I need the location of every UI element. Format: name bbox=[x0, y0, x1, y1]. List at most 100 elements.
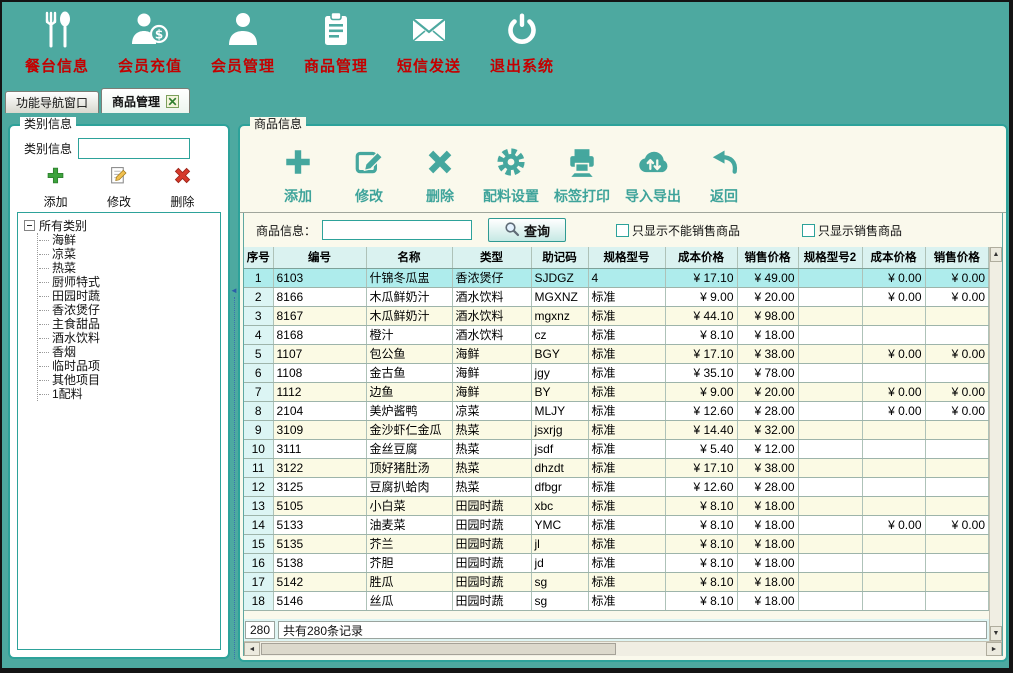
tree-item[interactable]: 凉菜 bbox=[52, 247, 218, 261]
cell: ¥ 38.00 bbox=[737, 458, 798, 477]
table-row[interactable]: 51107包公鱼海鲜BGY标准¥ 17.10¥ 38.00¥ 0.00¥ 0.0… bbox=[244, 344, 989, 363]
tree-item[interactable]: 厨师特式 bbox=[52, 275, 218, 289]
table-row[interactable]: 165138芥胆田园时蔬jd标准¥ 8.10¥ 18.00 bbox=[244, 553, 989, 572]
tree-root[interactable]: 所有类别 bbox=[24, 218, 218, 232]
scroll-up-icon[interactable]: ▲ bbox=[990, 247, 1002, 262]
cell bbox=[798, 591, 862, 610]
tree-item[interactable]: 临时品项 bbox=[52, 359, 218, 373]
column-header[interactable]: 成本价格 bbox=[665, 247, 737, 268]
table-row[interactable]: 155135芥兰田园时蔬jl标准¥ 8.10¥ 18.00 bbox=[244, 534, 989, 553]
category-input[interactable] bbox=[78, 138, 190, 159]
tab-nav-window[interactable]: 功能导航窗口 bbox=[5, 91, 99, 113]
column-header[interactable]: 类型 bbox=[452, 247, 531, 268]
return-button[interactable]: 返回 bbox=[696, 146, 752, 206]
table-row[interactable]: 28166木瓜鲜奶汁酒水饮料MGXNZ标准¥ 9.00¥ 20.00¥ 0.00… bbox=[244, 287, 989, 306]
cell: ¥ 20.00 bbox=[737, 382, 798, 401]
cell: 丝瓜 bbox=[366, 591, 452, 610]
table-row[interactable]: 82104美炉酱鸭凉菜MLJY标准¥ 12.60¥ 28.00¥ 0.00¥ 0… bbox=[244, 401, 989, 420]
cell: ¥ 28.00 bbox=[737, 401, 798, 420]
tree-item[interactable]: 香浓煲仔 bbox=[52, 303, 218, 317]
table-row[interactable]: 123125豆腐扒蛤肉热菜dfbgr标准¥ 12.60¥ 28.00 bbox=[244, 477, 989, 496]
tree-item[interactable]: 香烟 bbox=[52, 345, 218, 359]
cell bbox=[798, 553, 862, 572]
product-add-button[interactable]: 添加 bbox=[270, 146, 326, 206]
splitter-collapse-icon[interactable]: ◄ bbox=[230, 287, 238, 295]
tab-close-icon[interactable] bbox=[166, 95, 179, 108]
category-delete-button[interactable]: 删除 bbox=[170, 166, 194, 210]
column-header[interactable]: 助记码 bbox=[531, 247, 588, 268]
checkbox-unsellable[interactable] bbox=[616, 224, 629, 237]
tree-item[interactable]: 1配料 bbox=[52, 387, 218, 401]
tree-item[interactable]: 田园时蔬 bbox=[52, 289, 218, 303]
nav-product-mgmt[interactable]: 商品管理 bbox=[293, 7, 379, 76]
filter-sellable[interactable]: 只显示销售商品 bbox=[802, 222, 902, 239]
category-edit-button[interactable]: 修改 bbox=[107, 166, 131, 210]
checkbox-sellable[interactable] bbox=[802, 224, 815, 237]
cell: jsxrjg bbox=[531, 420, 588, 439]
cell: MLJY bbox=[531, 401, 588, 420]
cell: 包公鱼 bbox=[366, 344, 452, 363]
horizontal-scrollbar[interactable]: ◄ ► bbox=[244, 641, 1002, 656]
vertical-scrollbar[interactable]: ▲ ▼ bbox=[989, 247, 1002, 641]
category-add-button[interactable]: 添加 bbox=[44, 166, 68, 210]
column-header[interactable]: 成本价格 bbox=[862, 247, 925, 268]
column-header[interactable]: 编号 bbox=[273, 247, 366, 268]
nav-sms[interactable]: 短信发送 bbox=[386, 7, 472, 76]
column-header[interactable]: 名称 bbox=[366, 247, 452, 268]
table-row[interactable]: 175142胜瓜田园时蔬sg标准¥ 8.10¥ 18.00 bbox=[244, 572, 989, 591]
table-row[interactable]: 103111金丝豆腐热菜jsdf标准¥ 5.40¥ 12.00 bbox=[244, 439, 989, 458]
collapse-minus-icon[interactable] bbox=[24, 220, 35, 231]
column-header[interactable]: 销售价格 bbox=[737, 247, 798, 268]
column-header[interactable]: 序号 bbox=[244, 247, 273, 268]
tab-bar: 功能导航窗口 商品管理 bbox=[2, 86, 1009, 113]
button-label: 删除 bbox=[426, 186, 454, 206]
column-header[interactable]: 规格型号 bbox=[588, 247, 665, 268]
query-button[interactable]: 查询 bbox=[488, 218, 566, 242]
cell bbox=[798, 344, 862, 363]
tree-item[interactable]: 其他项目 bbox=[52, 373, 218, 387]
tree-item[interactable]: 海鲜 bbox=[52, 233, 218, 247]
ingredient-settings-button[interactable]: 配料设置 bbox=[483, 146, 539, 206]
tab-product-mgmt[interactable]: 商品管理 bbox=[101, 88, 190, 113]
product-edit-button[interactable]: 修改 bbox=[341, 146, 397, 206]
product-search-input[interactable] bbox=[322, 220, 472, 240]
cell: YMC bbox=[531, 515, 588, 534]
table-row[interactable]: 61108金古鱼海鲜jgy标准¥ 35.10¥ 78.00 bbox=[244, 363, 989, 382]
column-header[interactable]: 销售价格 bbox=[925, 247, 989, 268]
table-row[interactable]: 16103什锦冬瓜盅香浓煲仔SJDGZ4¥ 17.10¥ 49.00¥ 0.00… bbox=[244, 268, 989, 287]
table-row[interactable]: 38167木瓜鲜奶汁酒水饮料mgxnz标准¥ 44.10¥ 98.00 bbox=[244, 306, 989, 325]
import-export-button[interactable]: 导入导出 bbox=[625, 146, 681, 206]
tree-item[interactable]: 酒水饮料 bbox=[52, 331, 218, 345]
scroll-down-icon[interactable]: ▼ bbox=[990, 626, 1002, 641]
query-button-label: 查询 bbox=[524, 221, 550, 240]
product-panel: 商品信息 添加 修改 删 bbox=[238, 124, 1008, 662]
cell: 8167 bbox=[273, 306, 366, 325]
cell: 田园时蔬 bbox=[452, 591, 531, 610]
nav-table-info[interactable]: 餐台信息 bbox=[14, 7, 100, 76]
table-row[interactable]: 48168橙汁酒水饮料cz标准¥ 8.10¥ 18.00 bbox=[244, 325, 989, 344]
table-row[interactable]: 145133油麦菜田园时蔬YMC标准¥ 8.10¥ 18.00¥ 0.00¥ 0… bbox=[244, 515, 989, 534]
table-row[interactable]: 185146丝瓜田园时蔬sg标准¥ 8.10¥ 18.00 bbox=[244, 591, 989, 610]
nav-member-mgmt[interactable]: 会员管理 bbox=[200, 7, 286, 76]
magnifier-icon bbox=[504, 221, 520, 240]
scroll-right-icon[interactable]: ► bbox=[986, 642, 1002, 656]
cell: 13 bbox=[244, 496, 273, 515]
table-row[interactable]: 135105小白菜田园时蔬xbc标准¥ 8.10¥ 18.00 bbox=[244, 496, 989, 515]
cell: ¥ 8.10 bbox=[665, 496, 737, 515]
hscroll-track[interactable] bbox=[260, 642, 986, 656]
table-row[interactable]: 71112边鱼海鲜BY标准¥ 9.00¥ 20.00¥ 0.00¥ 0.00 bbox=[244, 382, 989, 401]
table-row[interactable]: 93109金沙虾仁金瓜热菜jsxrjg标准¥ 14.40¥ 32.00 bbox=[244, 420, 989, 439]
product-delete-button[interactable]: 删除 bbox=[412, 146, 468, 206]
tree-item[interactable]: 热菜 bbox=[52, 261, 218, 275]
filter-unsellable[interactable]: 只显示不能销售商品 bbox=[616, 222, 740, 239]
tree-item[interactable]: 主食甜品 bbox=[52, 317, 218, 331]
cell: 小白菜 bbox=[366, 496, 452, 515]
hscroll-thumb[interactable] bbox=[261, 643, 616, 655]
label-print-button[interactable]: 标签打印 bbox=[554, 146, 610, 206]
nav-exit[interactable]: 退出系统 bbox=[479, 7, 565, 76]
column-header[interactable]: 规格型号2 bbox=[798, 247, 862, 268]
panel-splitter[interactable]: ◄ bbox=[230, 209, 238, 659]
nav-member-recharge[interactable]: $ 会员充值 bbox=[107, 7, 193, 76]
scroll-left-icon[interactable]: ◄ bbox=[244, 642, 260, 656]
table-row[interactable]: 113122顶好猪肚汤热菜dhzdt标准¥ 17.10¥ 38.00 bbox=[244, 458, 989, 477]
